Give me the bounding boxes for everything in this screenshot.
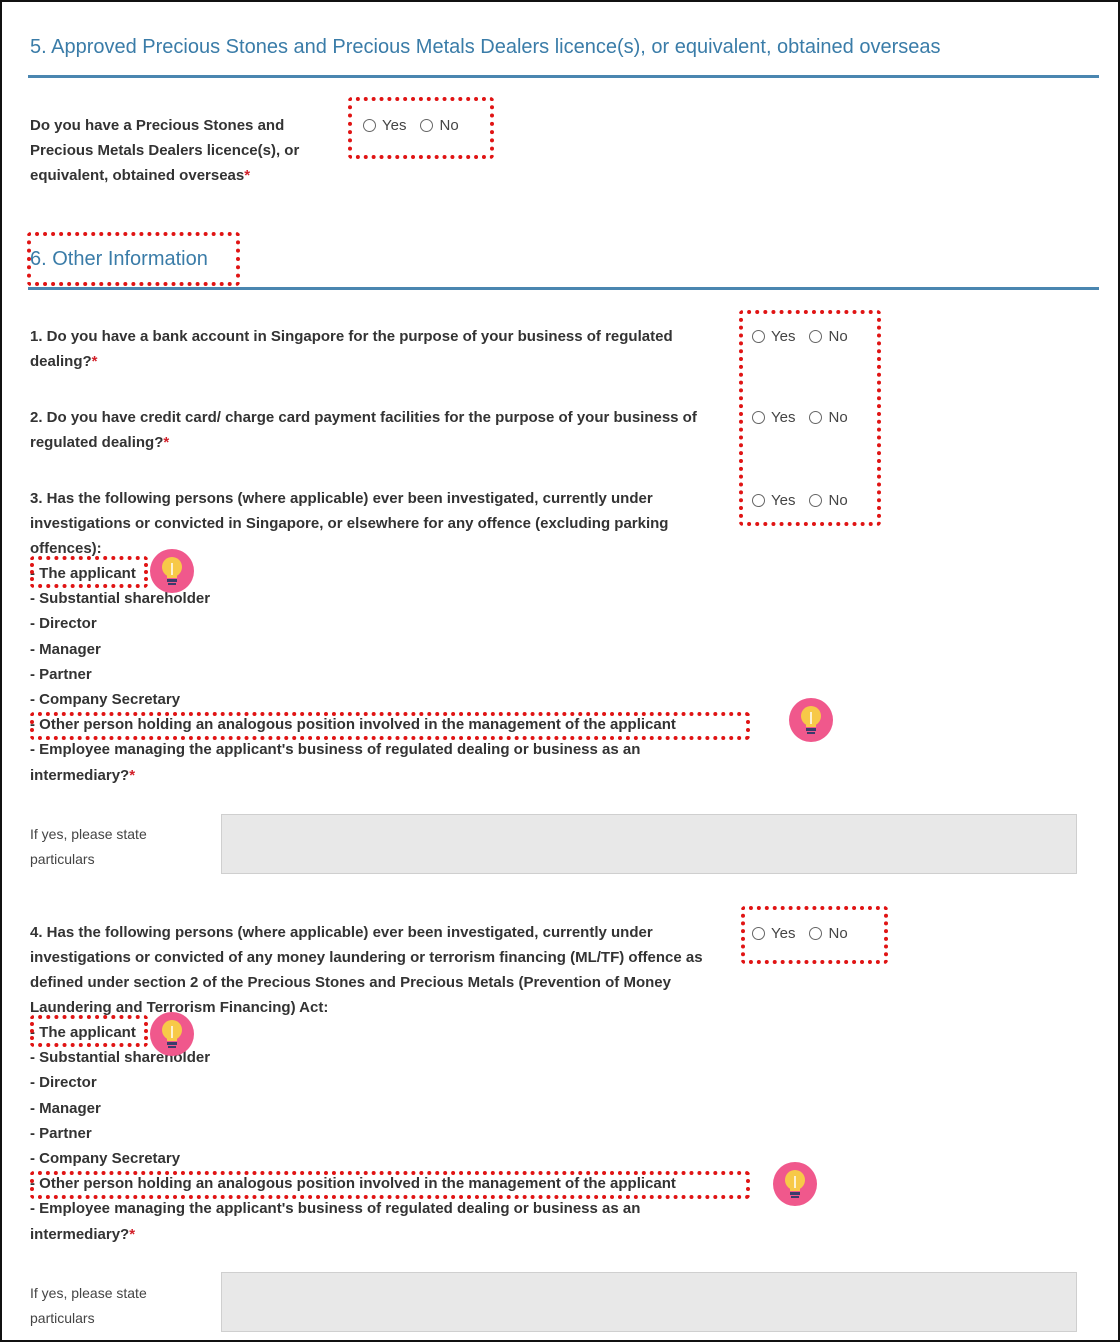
question-4-persons-list: - The applicant - Substantial shareholde… — [30, 1020, 676, 1247]
persons-item: - Employee managing the applicant's busi… — [30, 1200, 641, 1218]
section-5-title: 5. Approved Precious Stones and Precious… — [30, 36, 941, 58]
persons-item: - Director — [30, 1074, 97, 1092]
highlight-section-6-title — [27, 232, 240, 286]
persons-item: - Director — [30, 615, 97, 633]
lightbulb-icon — [773, 1162, 817, 1206]
highlight-q3-applicant — [30, 556, 148, 588]
question-3-text: 3. Has the following persons (where appl… — [30, 490, 669, 557]
question-4-particulars-input[interactable] — [221, 1272, 1077, 1332]
lightbulb-icon — [150, 1012, 194, 1056]
persons-item: - Partner — [30, 665, 92, 683]
persons-item: - Substantial shareholder — [30, 590, 211, 608]
question-4-particulars-label: If yes, please state particulars — [30, 1285, 147, 1326]
question-4-text: 4. Has the following persons (where appl… — [30, 924, 703, 1016]
lightbulb-icon — [789, 698, 833, 742]
persons-item: - Manager — [30, 640, 101, 658]
persons-item: - Partner — [30, 1124, 92, 1142]
persons-item: - Substantial shareholder — [30, 1049, 211, 1067]
lightbulb-icon — [150, 549, 194, 593]
section-5-question: Do you have a Precious Stones and Precio… — [30, 117, 300, 184]
question-2-text: 2. Do you have credit card/ charge card … — [30, 409, 697, 451]
question-3-persons-list: - The applicant - Substantial shareholde… — [30, 561, 676, 788]
highlight-question-4-radios — [741, 906, 888, 964]
persons-item: - Company Secretary — [30, 1149, 181, 1167]
persons-item: - Manager — [30, 1099, 101, 1117]
persons-item-last: intermediary?* — [30, 766, 136, 784]
section-5-divider — [28, 75, 1099, 78]
highlight-questions-1-3-radios — [739, 310, 881, 526]
persons-item: - Company Secretary — [30, 690, 181, 708]
question-1-text: 1. Do you have a bank account in Singapo… — [30, 328, 673, 370]
question-3-particulars-label: If yes, please state particulars — [30, 826, 147, 867]
highlight-q3-other-person — [30, 712, 750, 740]
persons-item: - Employee managing the applicant's busi… — [30, 741, 641, 759]
highlight-q4-applicant — [30, 1015, 148, 1047]
highlight-section-5-radios — [348, 97, 494, 159]
highlight-q4-other-person — [30, 1171, 750, 1199]
section-6-divider — [28, 287, 1099, 290]
persons-item-last: intermediary?* — [30, 1225, 136, 1243]
question-3-particulars-input[interactable] — [221, 814, 1077, 874]
